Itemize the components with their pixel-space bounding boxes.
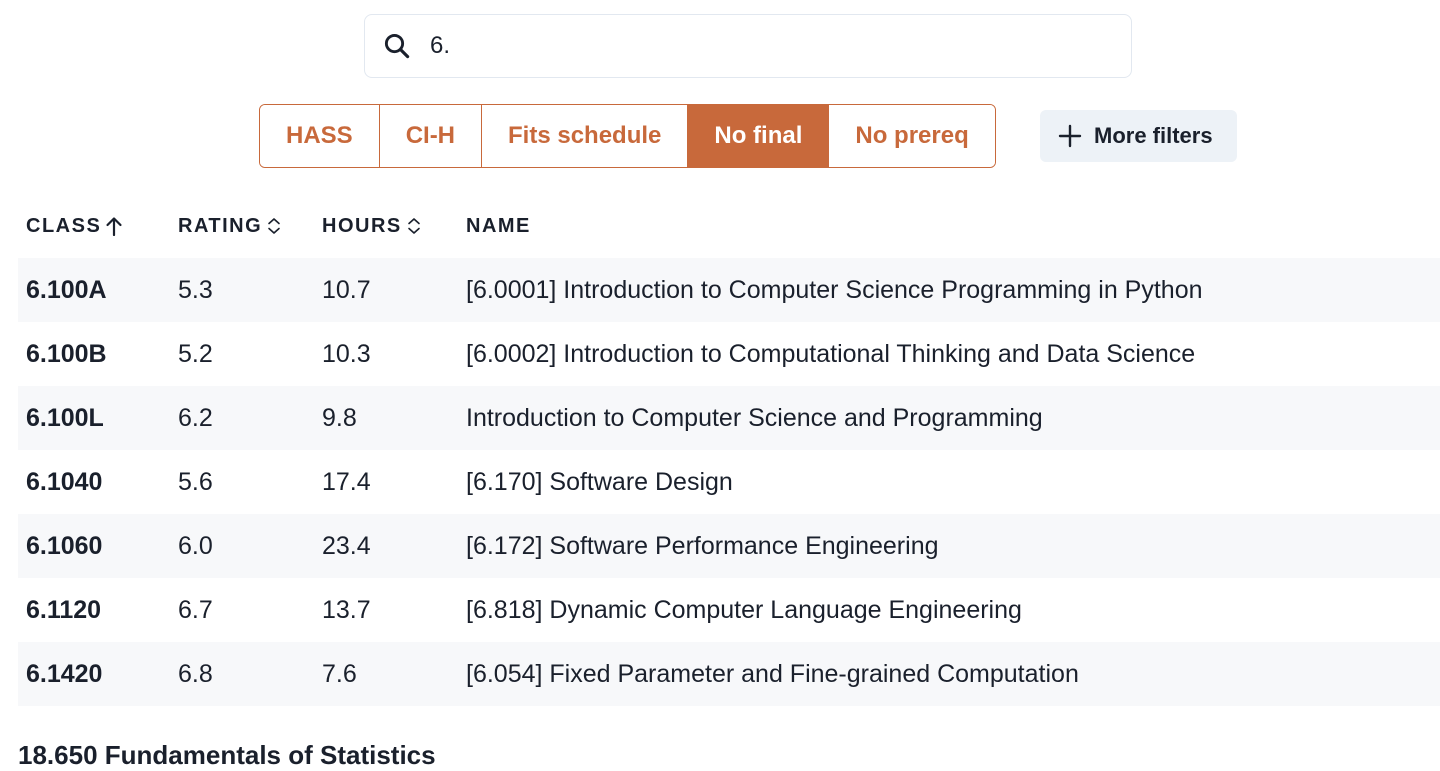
more-filters-label: More filters xyxy=(1094,123,1213,148)
cell-rating: 6.8 xyxy=(178,659,213,688)
cell-class: 6.100A xyxy=(26,275,107,304)
sort-unsorted-icon xyxy=(268,218,280,234)
column-header-rating-label: RATING xyxy=(178,214,263,237)
filter-no-prereq-button[interactable]: No prereq xyxy=(829,105,995,167)
sort-ascending-icon xyxy=(106,217,122,236)
filter-group: HASS CI-H Fits schedule No final No prer… xyxy=(259,104,996,168)
filter-fits-schedule-button[interactable]: Fits schedule xyxy=(482,105,689,167)
search-input[interactable] xyxy=(430,26,1090,66)
cell-name: [6.170] Software Design xyxy=(466,467,733,496)
cell-hours: 23.4 xyxy=(322,531,371,560)
cell-name: [6.0001] Introduction to Computer Scienc… xyxy=(466,275,1203,304)
cell-name: [6.0002] Introduction to Computational T… xyxy=(466,339,1196,368)
cell-class: 6.1060 xyxy=(26,531,103,560)
class-detail-title: 18.650 Fundamentals of Statistics xyxy=(18,740,436,770)
cell-rating: 5.3 xyxy=(178,275,213,304)
cell-name: [6.054] Fixed Parameter and Fine-grained… xyxy=(466,659,1079,688)
cell-class: 6.1420 xyxy=(26,659,103,688)
cell-class: 6.1120 xyxy=(26,595,102,624)
cell-rating: 5.2 xyxy=(178,339,213,368)
sort-unsorted-icon xyxy=(407,218,420,234)
column-header-hours-label: HOURS xyxy=(322,214,402,237)
cell-hours: 17.4 xyxy=(322,467,371,496)
column-header-class[interactable]: CLASS xyxy=(18,215,178,238)
table-row[interactable]: 6.1040 5.6 17.4 [6.170] Software Design xyxy=(18,450,1440,514)
cell-name: [6.172] Software Performance Engineering xyxy=(466,531,939,560)
table-row[interactable]: 6.100B 5.2 10.3 [6.0002] Introduction to… xyxy=(18,322,1440,386)
cell-class: 6.100L xyxy=(26,403,104,432)
cell-rating: 5.6 xyxy=(178,467,213,496)
cell-rating: 6.2 xyxy=(178,403,213,432)
cell-hours: 10.3 xyxy=(322,339,371,368)
column-header-class-label: CLASS xyxy=(26,214,102,237)
cell-class: 6.100B xyxy=(26,339,107,368)
plus-icon xyxy=(1058,124,1082,148)
more-filters-button[interactable]: More filters xyxy=(1040,110,1237,162)
column-header-rating[interactable]: RATING xyxy=(178,215,322,238)
table-row[interactable]: 6.1420 6.8 7.6 [6.054] Fixed Parameter a… xyxy=(18,642,1440,706)
column-header-name: NAME xyxy=(466,215,1440,238)
cell-name: [6.818] Dynamic Computer Language Engine… xyxy=(466,595,1022,624)
cell-rating: 6.7 xyxy=(178,595,213,624)
filter-ci-h-button[interactable]: CI-H xyxy=(379,105,483,167)
cell-hours: 10.7 xyxy=(322,275,371,304)
search-bar[interactable] xyxy=(364,14,1132,78)
table-row[interactable]: 6.1060 6.0 23.4 [6.172] Software Perform… xyxy=(18,514,1440,578)
cell-hours: 9.8 xyxy=(322,403,357,432)
cell-class: 6.1040 xyxy=(26,467,103,496)
table-row[interactable]: 6.100A 5.3 10.7 [6.0001] Introduction to… xyxy=(18,258,1440,322)
column-header-hours[interactable]: HOURS xyxy=(322,215,466,238)
cell-name: Introduction to Computer Science and Pro… xyxy=(466,403,1043,432)
filter-no-final-button[interactable]: No final xyxy=(688,105,830,167)
cell-rating: 6.0 xyxy=(178,531,213,560)
cell-hours: 13.7 xyxy=(322,595,371,624)
table-row[interactable]: 6.100L 6.2 9.8 Introduction to Computer … xyxy=(18,386,1440,450)
table-body: 6.100A 5.3 10.7 [6.0001] Introduction to… xyxy=(18,258,1440,706)
filter-hass-button[interactable]: HASS xyxy=(260,105,380,167)
table-row[interactable]: 6.1120 6.7 13.7 [6.818] Dynamic Computer… xyxy=(18,578,1440,642)
cell-hours: 7.6 xyxy=(322,659,357,688)
class-table: CLASS RATING HOURS NAME 6.100A 5.3 10.7 … xyxy=(18,194,1440,706)
column-header-name-label: NAME xyxy=(466,214,531,237)
search-icon xyxy=(384,33,410,59)
table-header: CLASS RATING HOURS NAME xyxy=(18,194,1440,258)
